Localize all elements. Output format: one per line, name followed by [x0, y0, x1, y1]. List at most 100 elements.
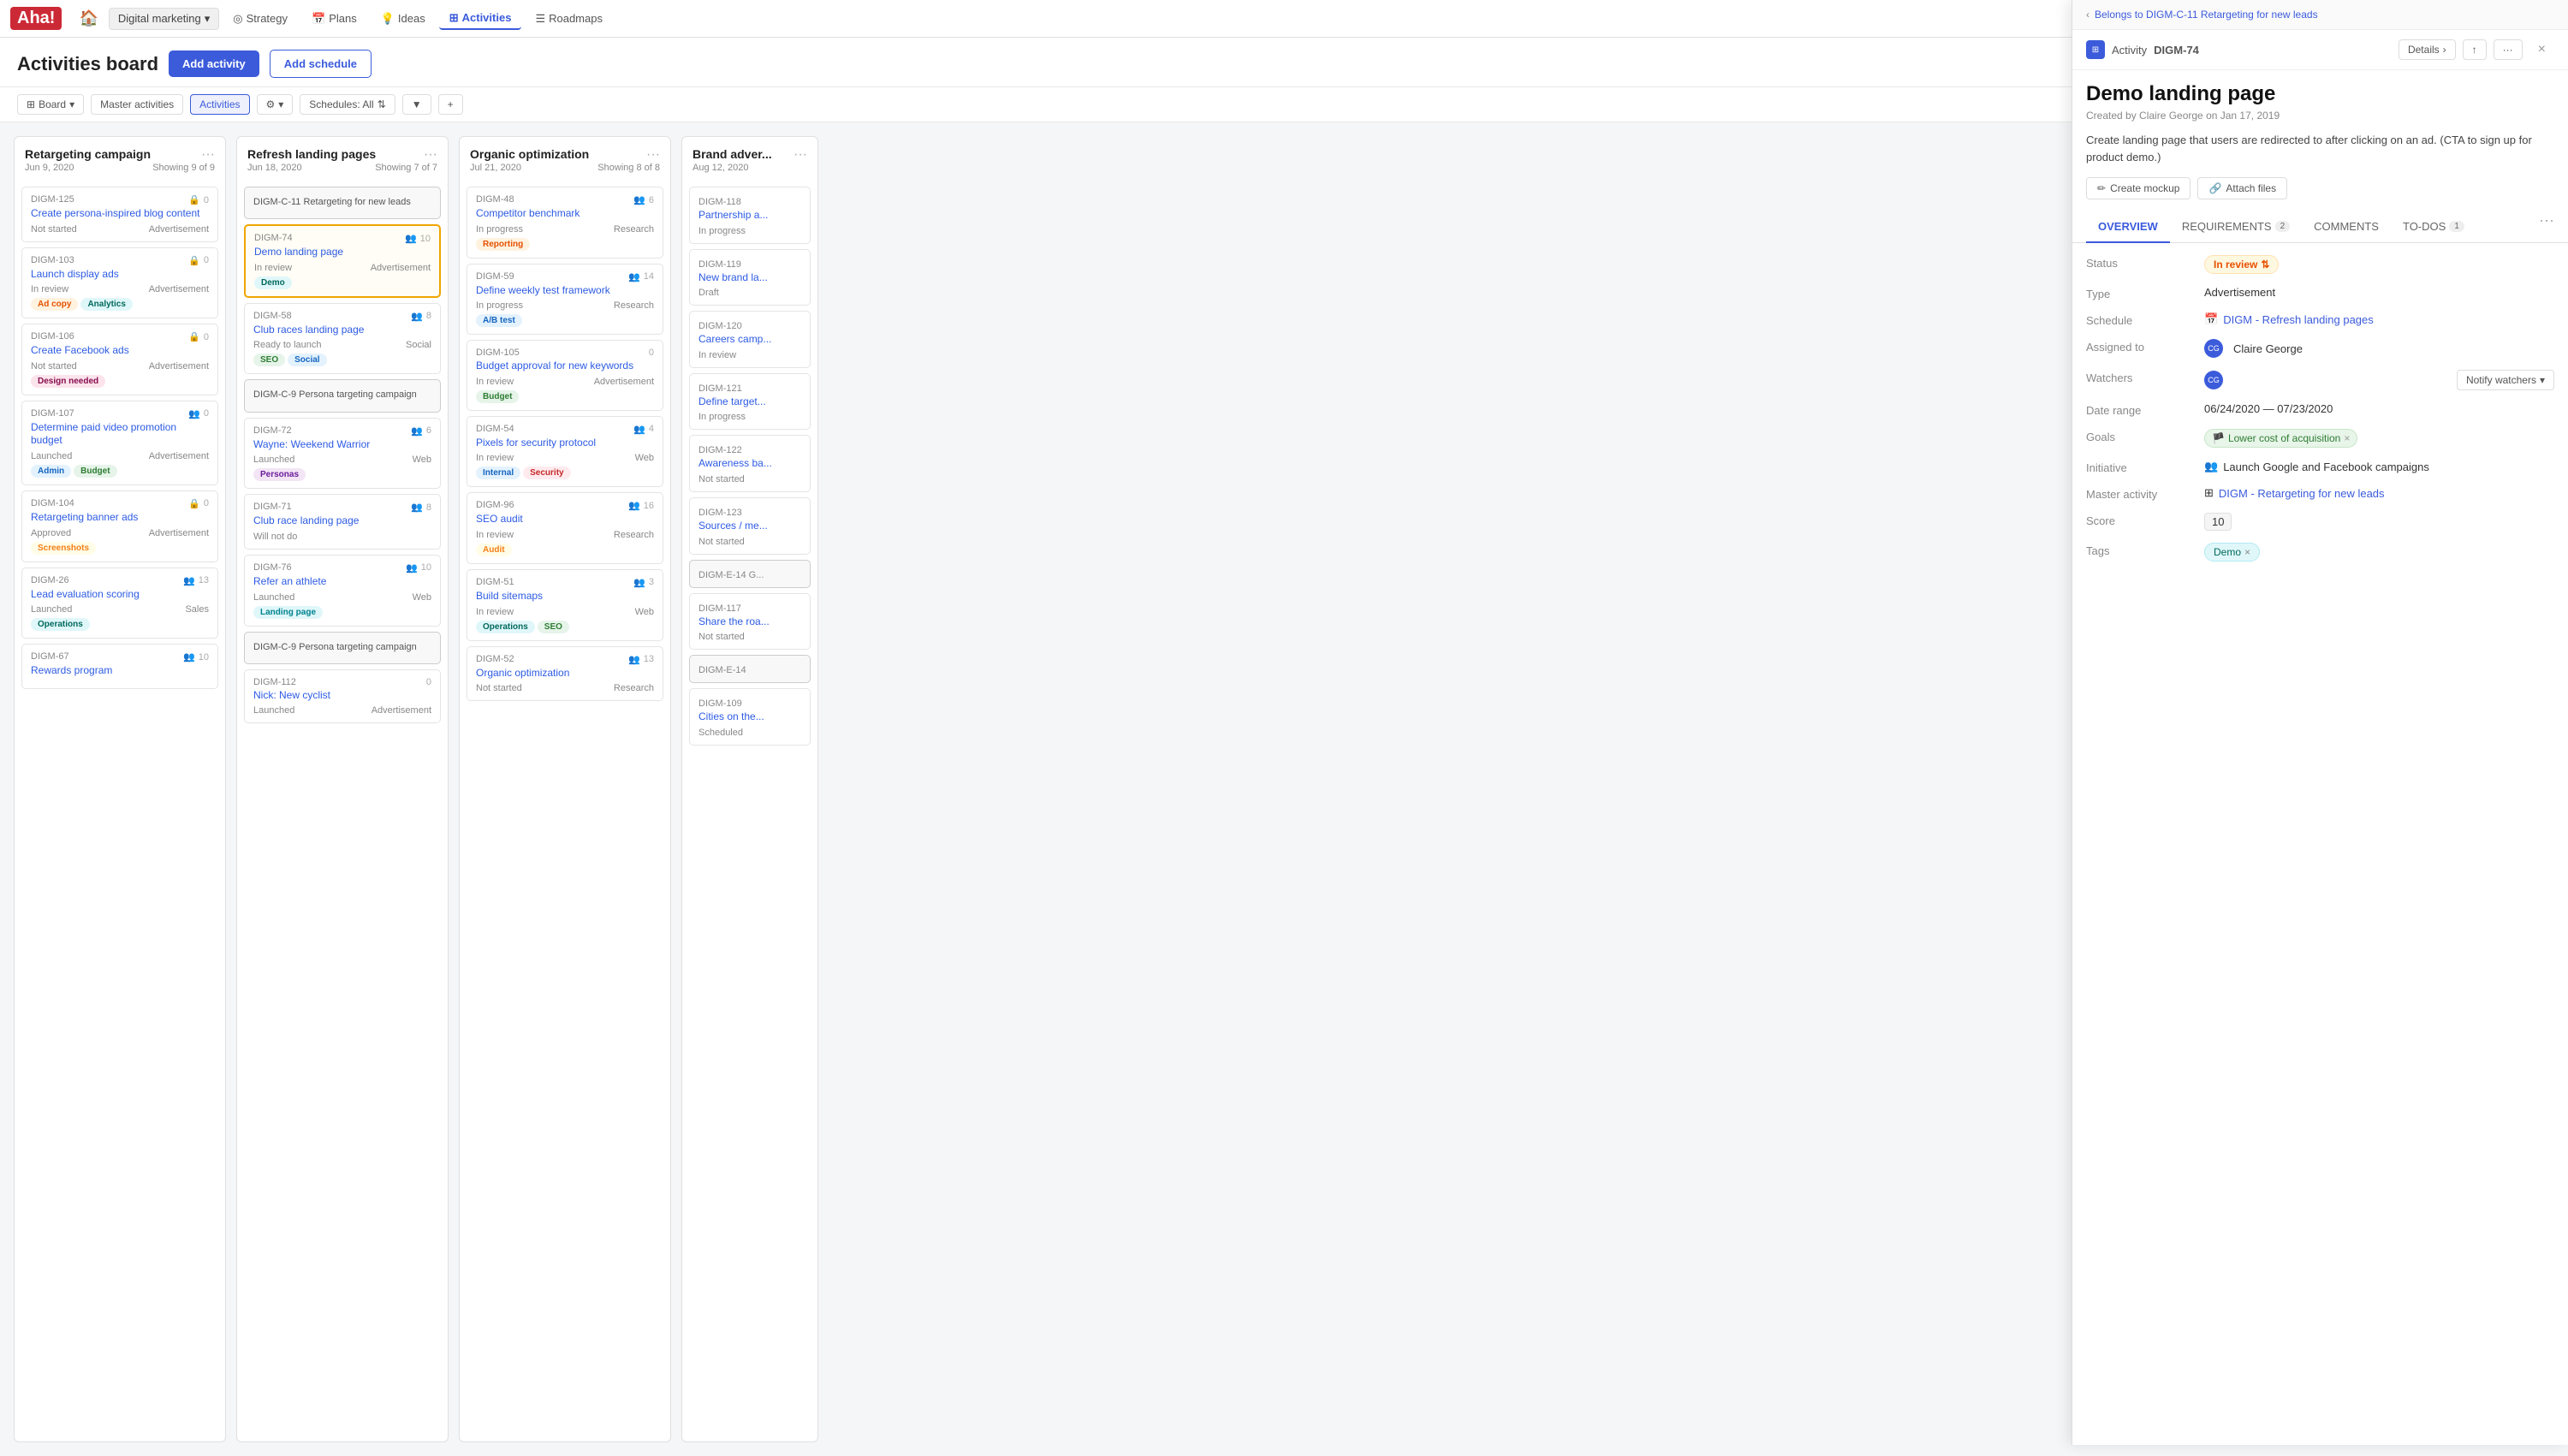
master-activity-text[interactable]: DIGM - Retargeting for new leads [2219, 487, 2385, 500]
card-DIGM-109[interactable]: DIGM-109 Cities on the... Scheduled [689, 688, 811, 746]
nav-plans[interactable]: 📅 Plans [301, 9, 367, 29]
create-mockup-button[interactable]: ✏ Create mockup [2086, 177, 2191, 199]
card-DIGM-C-11[interactable]: DIGM-C-11 Retargeting for new leads [244, 187, 441, 219]
tag-budget[interactable]: Budget [74, 465, 116, 478]
nav-ideas[interactable]: 💡 Ideas [371, 9, 436, 29]
card-title[interactable]: SEO audit [476, 513, 654, 526]
column-more-retargeting[interactable]: ··· [201, 147, 215, 163]
tag-landing-page[interactable]: Landing page [253, 606, 323, 619]
tag-design-needed[interactable]: Design needed [31, 375, 105, 388]
card-DIGM-107[interactable]: DIGM-107 👥 0 Determine paid video promot… [21, 401, 218, 485]
tab-requirements[interactable]: REQUIREMENTS 2 [2170, 211, 2302, 243]
tag-operations[interactable]: Operations [31, 618, 90, 631]
card-title[interactable]: Retargeting banner ads [31, 511, 209, 525]
card-title[interactable]: New brand la... [698, 271, 801, 285]
card-title[interactable]: Create Facebook ads [31, 344, 209, 358]
goal-tag[interactable]: 🏴 Lower cost of acquisition × [2204, 429, 2357, 448]
card-DIGM-112[interactable]: DIGM-112 0 Nick: New cyclist Launched Ad… [244, 669, 441, 724]
card-title[interactable]: Awareness ba... [698, 457, 801, 471]
tag-personas[interactable]: Personas [253, 468, 306, 481]
card-title[interactable]: Partnership a... [698, 209, 801, 223]
card-title[interactable]: Organic optimization [476, 667, 654, 680]
tag-demo[interactable]: Demo [254, 276, 292, 289]
card-DIGM-74[interactable]: DIGM-74 👥 10 Demo landing page In review… [244, 224, 441, 298]
card-DIGM-48[interactable]: DIGM-48 👥 6 Competitor benchmark In prog… [467, 187, 663, 259]
nav-home[interactable]: 🏠 [72, 6, 104, 31]
schedule-text[interactable]: DIGM - Refresh landing pages [2223, 313, 2374, 326]
card-title[interactable]: Define weekly test framework [476, 284, 654, 298]
filter-button[interactable]: ▼ [402, 94, 431, 115]
card-DIGM-104[interactable]: DIGM-104 🔒 0 Retargeting banner ads Appr… [21, 490, 218, 562]
card-title[interactable]: Share the roa... [698, 615, 801, 629]
card-title[interactable]: DIGM-C-9 Persona targeting campaign [253, 389, 431, 401]
tag-operations[interactable]: Operations [476, 621, 535, 633]
tag-security[interactable]: Security [523, 467, 570, 479]
demo-tag[interactable]: Demo × [2204, 543, 2260, 562]
tab-overview[interactable]: OVERVIEW [2086, 211, 2170, 243]
card-DIGM-117[interactable]: DIGM-117 Share the roa... Not started [689, 593, 811, 651]
card-title[interactable]: Cities on the... [698, 710, 801, 724]
tab-comments[interactable]: COMMENTS [2302, 211, 2391, 243]
add-schedule-button[interactable]: Add schedule [270, 50, 372, 78]
card-DIGM-96[interactable]: DIGM-96 👥 16 SEO audit In review Researc… [467, 492, 663, 564]
details-button[interactable]: Details › [2399, 39, 2456, 60]
tag-ad-copy[interactable]: Ad copy [31, 298, 78, 311]
export-button[interactable]: ↑ [2463, 39, 2487, 60]
tag-ab-test[interactable]: A/B test [476, 314, 522, 327]
card-DIGM-120[interactable]: DIGM-120 Careers camp... In review [689, 311, 811, 368]
card-title[interactable]: Competitor benchmark [476, 207, 654, 221]
goal-remove-icon[interactable]: × [2344, 432, 2350, 444]
nav-activities[interactable]: ⊞ Activities [439, 8, 522, 30]
card-title[interactable]: Budget approval for new keywords [476, 360, 654, 373]
card-DIGM-106[interactable]: DIGM-106 🔒 0 Create Facebook ads Not sta… [21, 324, 218, 395]
tag-admin[interactable]: Admin [31, 465, 71, 478]
demo-tag-remove-icon[interactable]: × [2244, 546, 2250, 558]
card-DIGM-72[interactable]: DIGM-72 👥 6 Wayne: Weekend Warrior Launc… [244, 418, 441, 490]
card-title[interactable]: Demo landing page [254, 246, 431, 259]
tag-budget[interactable]: Budget [476, 390, 519, 403]
card-title[interactable]: DIGM-C-11 Retargeting for new leads [253, 196, 431, 208]
status-badge[interactable]: In review ⇅ [2204, 255, 2279, 274]
card-title[interactable]: Rewards program [31, 664, 209, 678]
card-title[interactable]: DIGM-C-9 Persona targeting campaign [253, 641, 431, 653]
card-DIGM-67[interactable]: DIGM-67 👥 10 Rewards program [21, 644, 218, 689]
card-title[interactable]: Club races landing page [253, 324, 431, 337]
nav-strategy[interactable]: ◎ Strategy [223, 9, 298, 29]
attach-files-button[interactable]: 🔗 Attach files [2197, 177, 2287, 199]
card-DIGM-C-9[interactable]: DIGM-C-9 Persona targeting campaign [244, 379, 441, 412]
notify-watchers-button[interactable]: Notify watchers ▾ [2457, 370, 2554, 390]
card-DIGM-E-14b[interactable]: DIGM-E-14 [689, 655, 811, 683]
card-title[interactable]: Pixels for security protocol [476, 437, 654, 450]
card-title[interactable]: Club race landing page [253, 514, 431, 528]
card-DIGM-C-9b[interactable]: DIGM-C-9 Persona targeting campaign [244, 632, 441, 664]
workspace-dropdown[interactable]: Digital marketing ▾ [109, 8, 219, 30]
tag-reporting[interactable]: Reporting [476, 238, 530, 251]
activities-toggle[interactable]: Activities [190, 94, 249, 115]
card-DIGM-125[interactable]: DIGM-125 🔒 0 Create persona-inspired blo… [21, 187, 218, 242]
more-options-button[interactable]: ··· [2494, 39, 2523, 60]
close-button[interactable]: × [2529, 39, 2554, 61]
tag-internal[interactable]: Internal [476, 467, 520, 479]
add-toolbar-button[interactable]: + [438, 94, 463, 115]
card-DIGM-71[interactable]: DIGM-71 👥 8 Club race landing page Will … [244, 494, 441, 550]
card-DIGM-51[interactable]: DIGM-51 👥 3 Build sitemaps In review Web… [467, 569, 663, 641]
card-title[interactable]: Wayne: Weekend Warrior [253, 438, 431, 452]
column-more-organic[interactable]: ··· [646, 147, 660, 163]
card-title[interactable]: Build sitemaps [476, 590, 654, 603]
add-activity-button[interactable]: Add activity [169, 51, 259, 77]
tag-screenshots[interactable]: Screenshots [31, 542, 96, 555]
card-DIGM-54[interactable]: DIGM-54 👥 4 Pixels for security protocol… [467, 416, 663, 488]
card-DIGM-58[interactable]: DIGM-58 👥 8 Club races landing page Read… [244, 303, 441, 375]
card-DIGM-118[interactable]: DIGM-118 Partnership a... In progress [689, 187, 811, 244]
card-title[interactable]: Nick: New cyclist [253, 689, 431, 703]
nav-roadmaps[interactable]: ☰ Roadmaps [525, 9, 613, 29]
card-DIGM-52[interactable]: DIGM-52 👥 13 Organic optimization Not st… [467, 646, 663, 702]
card-title[interactable]: Determine paid video promotion budget [31, 421, 209, 448]
tag-seo[interactable]: SEO [538, 621, 569, 633]
tag-social[interactable]: Social [288, 354, 326, 366]
card-DIGM-105[interactable]: DIGM-105 0 Budget approval for new keywo… [467, 340, 663, 411]
breadcrumb-back-icon[interactable]: ‹ [2086, 9, 2089, 21]
column-more-refresh[interactable]: ··· [424, 147, 437, 163]
column-more-brand[interactable]: ··· [794, 147, 807, 163]
card-title[interactable]: Careers camp... [698, 333, 801, 347]
